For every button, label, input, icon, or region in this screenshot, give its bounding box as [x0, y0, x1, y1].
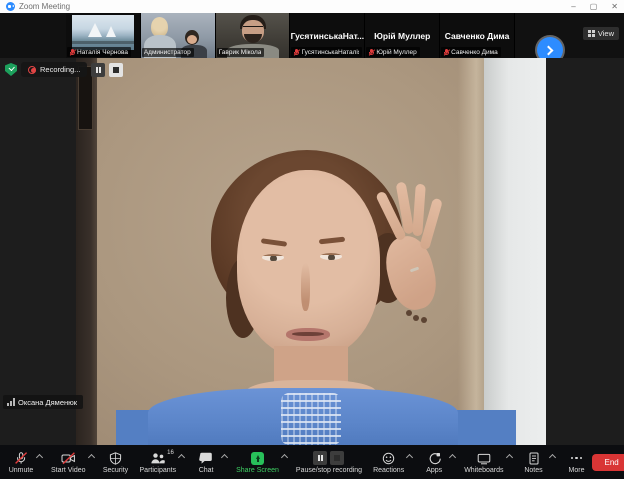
meeting-security-shield-icon[interactable] [5, 63, 17, 76]
apps-options-chevron[interactable] [449, 453, 457, 461]
chat-button[interactable]: Chat [191, 449, 221, 476]
notes-options-chevron[interactable] [548, 453, 556, 461]
participant-tile-gavrik-mikola[interactable]: Гаврик Мікола [215, 13, 291, 58]
apps-button[interactable]: Apps [419, 449, 449, 476]
stop-icon [330, 451, 345, 465]
whiteboard-icon [477, 452, 491, 465]
embroidery-pattern [281, 393, 341, 445]
gallery-view-icon [587, 30, 595, 37]
zoom-app-icon [6, 2, 15, 11]
reactions-options-chevron[interactable] [406, 453, 414, 461]
participants-count-badge: 16 [167, 449, 174, 456]
stop-recording-button[interactable] [109, 62, 124, 77]
camera-off-icon [61, 451, 76, 465]
smiley-icon [382, 452, 395, 465]
maximize-button[interactable]: ▢ [590, 0, 598, 13]
pause-recording-button[interactable] [91, 62, 106, 77]
participant-name-tag: Савченко Дима [441, 47, 501, 57]
white-wall [484, 58, 546, 445]
bridge-photo [72, 15, 134, 50]
participants-options-chevron[interactable] [178, 453, 186, 461]
unmute-options-chevron[interactable] [35, 453, 44, 461]
participant-name-tag: ГусятинськаНаталія [291, 47, 362, 57]
titlebar: Zoom Meeting – ▢ ✕ [0, 0, 624, 13]
recording-label: Recording... [40, 65, 81, 74]
whiteboards-button[interactable]: Whiteboards [462, 449, 505, 476]
minimize-button[interactable]: – [571, 0, 575, 13]
chat-bubble-icon [199, 452, 213, 465]
video-options-chevron[interactable] [87, 453, 95, 461]
more-button[interactable]: More [562, 449, 592, 476]
participant-tile-natalia-chernova[interactable]: Наталія Чернова [66, 13, 141, 58]
speaker-name-tag: Оксана Дяменюк [3, 395, 84, 409]
view-button[interactable]: View [582, 27, 619, 40]
notes-icon [528, 452, 540, 465]
participant-name-tag: Гаврик Мікола [216, 48, 265, 57]
glasses [242, 26, 263, 31]
window-title: Zoom Meeting [19, 2, 71, 11]
mic-muted-icon [69, 48, 76, 56]
speaker-mouth [286, 328, 330, 341]
mic-muted-icon [368, 48, 376, 56]
mic-muted-icon [443, 48, 450, 56]
participant-tile-administrator[interactable]: Администратор [140, 13, 216, 58]
security-button[interactable]: Security [101, 449, 131, 476]
participant-tiles: Наталія Чернова Администратор Гаврик Мік… [66, 13, 515, 58]
participant-name-tag: Юрій Муллер [366, 47, 420, 57]
woman-figure [151, 16, 169, 37]
start-video-button[interactable]: Start Video [49, 449, 88, 476]
recording-dot-icon [28, 65, 36, 74]
end-meeting-button[interactable]: End [591, 453, 624, 471]
bracelet [406, 310, 412, 316]
microphone-muted-icon [14, 451, 28, 465]
chevron-right-icon [543, 45, 554, 55]
speaker-video [76, 58, 546, 445]
participant-name-tag: Администратор [141, 48, 194, 57]
share-screen-button[interactable]: Share Screen [234, 449, 281, 476]
reactions-button[interactable]: Reactions [371, 449, 406, 476]
recording-indicator: Recording... [21, 62, 88, 77]
zoom-meeting-window: Zoom Meeting – ▢ ✕ Наталія Чернова Админ… [0, 0, 624, 479]
shield-icon [109, 451, 122, 465]
pause-icon [313, 451, 328, 465]
unmute-button[interactable]: Unmute [6, 449, 36, 476]
notes-button[interactable]: Notes [519, 449, 549, 476]
speaker-name: Оксана Дяменюк [18, 397, 78, 407]
apps-icon [428, 452, 441, 465]
participants-icon: 16 [150, 450, 174, 465]
whiteboards-options-chevron[interactable] [505, 453, 513, 461]
share-screen-icon [251, 451, 264, 465]
recording-controls: Recording... [5, 62, 124, 77]
audio-level-icon [7, 398, 15, 406]
pause-stop-recording-button[interactable]: Pause/stop recording [294, 449, 364, 476]
window-controls: – ▢ ✕ [571, 0, 618, 13]
share-options-chevron[interactable] [280, 453, 288, 461]
participant-tile-yuriy-muller[interactable]: Юрій Муллер Юрій Муллер [365, 13, 441, 58]
more-dots-icon [570, 452, 583, 465]
meeting-toolbar: Unmute Start Video Security 16 Participa… [0, 445, 624, 479]
participant-filmstrip: Наталія Чернова Администратор Гаврик Мік… [0, 13, 624, 63]
participants-button[interactable]: 16 Participants [138, 449, 179, 476]
participant-tile-savchenko-dima[interactable]: Савченко Дима Савченко Дима [440, 13, 515, 58]
main-stage: Recording... Оксана Дяменюк [0, 58, 624, 445]
participant-tile-gusyatinska[interactable]: ГусятинськаНат... ГусятинськаНаталія [290, 13, 366, 58]
mic-muted-icon [293, 48, 301, 56]
chat-options-chevron[interactable] [221, 453, 229, 461]
participant-name-tag: Наталія Чернова [67, 47, 132, 57]
close-button[interactable]: ✕ [611, 0, 618, 13]
